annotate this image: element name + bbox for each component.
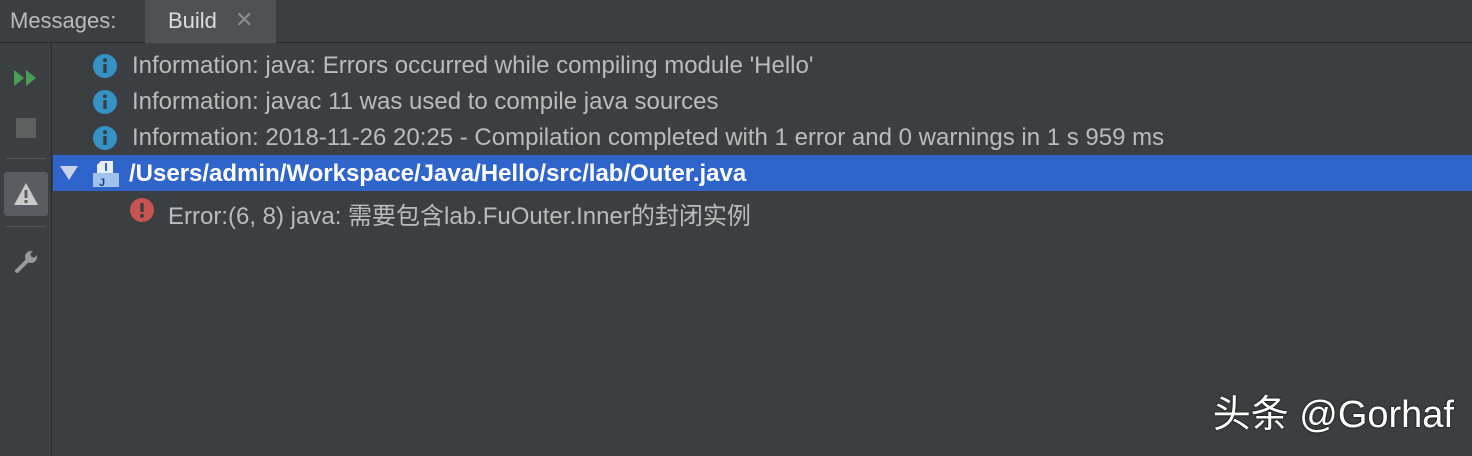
list-item[interactable]: Information: 2018-11-26 20:25 - Compilat… xyxy=(53,119,1472,155)
info-icon xyxy=(93,126,117,150)
watermark: 头条 @Gorhaf xyxy=(1212,394,1454,436)
rerun-button[interactable] xyxy=(4,56,48,100)
toolbar-divider xyxy=(6,226,46,227)
error-message-text: Error:(6, 8) java: 需要包含lab.FuOuter.Inner… xyxy=(168,203,751,230)
list-item[interactable]: Information: java: Errors occurred while… xyxy=(53,47,1472,83)
error-icon xyxy=(130,198,154,222)
info-icon xyxy=(93,54,117,78)
warning-filter-icon xyxy=(14,183,38,205)
message-text: Information: javac 11 was used to compil… xyxy=(132,88,719,115)
show-warnings-toggle[interactable] xyxy=(4,172,48,216)
messages-build-panel: Messages: Build ✕ Information: java: Err… xyxy=(0,0,1472,456)
close-icon[interactable]: ✕ xyxy=(235,8,253,33)
message-text: Information: 2018-11-26 20:25 - Compilat… xyxy=(132,124,1165,151)
list-item[interactable]: Information: javac 11 was used to compil… xyxy=(53,83,1472,119)
svg-text:J: J xyxy=(99,177,105,189)
stop-button[interactable] xyxy=(4,106,48,150)
tool-window-title: Messages: xyxy=(10,8,117,33)
settings-button[interactable] xyxy=(4,240,48,284)
tool-window-header: Messages: Build ✕ xyxy=(0,0,1472,43)
info-icon xyxy=(93,90,117,114)
toolbar-divider xyxy=(6,158,46,159)
file-path: /Users/admin/Workspace/Java/Hello/src/la… xyxy=(129,160,747,187)
stop-icon xyxy=(16,118,36,138)
java-file-icon: J xyxy=(93,161,119,189)
rerun-icon xyxy=(14,70,36,86)
expand-triangle-icon[interactable] xyxy=(59,165,79,181)
list-item[interactable]: Error:(6, 8) java: 需要包含lab.FuOuter.Inner… xyxy=(53,191,1472,230)
side-toolbar xyxy=(0,44,52,456)
message-text: Information: java: Errors occurred while… xyxy=(132,52,814,79)
tab-build[interactable]: Build ✕ xyxy=(145,0,276,43)
file-tree-node[interactable]: J /Users/admin/Workspace/Java/Hello/src/… xyxy=(53,155,1472,191)
settings-wrench-icon xyxy=(15,251,37,273)
tab-build-label: Build xyxy=(168,8,217,33)
